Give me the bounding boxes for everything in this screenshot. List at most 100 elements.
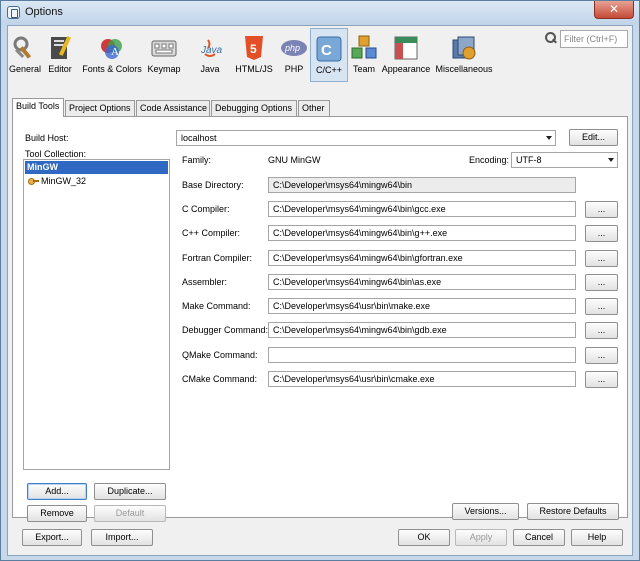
make-command-browse-button[interactable]: ... xyxy=(585,298,618,315)
filter-search xyxy=(545,30,628,48)
category-appearance[interactable]: Appearance xyxy=(380,28,432,82)
tool-collection-list[interactable]: MinGW MinGW_32 xyxy=(23,159,170,470)
tab-code-assistance[interactable]: Code Assistance xyxy=(136,100,210,116)
family-value: GNU MinGW xyxy=(268,155,321,165)
encoding-select[interactable]: UTF-8 xyxy=(511,152,618,168)
cpp-compiler-browse-button[interactable]: ... xyxy=(585,225,618,242)
fortran-compiler-field[interactable]: C:\Developer\msys64\mingw64\bin\gfortran… xyxy=(268,250,576,266)
dialog-body: General Editor A Fonts & Colors Keymap J… xyxy=(7,25,633,556)
category-toolbar: General Editor A Fonts & Colors Keymap J… xyxy=(8,26,632,86)
window-app-icon xyxy=(7,6,20,19)
help-button[interactable]: Help xyxy=(571,529,623,546)
category-fonts-colors[interactable]: A Fonts & Colors xyxy=(80,28,144,82)
tab-build-tools[interactable]: Build Tools xyxy=(12,98,64,117)
default-collection-button[interactable]: Default xyxy=(94,505,166,522)
category-editor[interactable]: Editor xyxy=(44,28,76,82)
debugger-command-browse-button[interactable]: ... xyxy=(585,322,618,339)
category-miscellaneous[interactable]: Miscellaneous xyxy=(434,28,494,82)
search-icon[interactable] xyxy=(545,32,557,44)
make-command-field[interactable]: C:\Developer\msys64\usr\bin\make.exe xyxy=(268,298,576,314)
svg-text:C: C xyxy=(321,42,332,59)
fonts-colors-icon: A xyxy=(98,34,126,62)
qmake-command-browse-button[interactable]: ... xyxy=(585,347,618,364)
tab-project-options[interactable]: Project Options xyxy=(65,100,135,116)
duplicate-collection-button[interactable]: Duplicate... xyxy=(94,483,166,500)
category-general[interactable]: General xyxy=(8,28,42,82)
category-team[interactable]: Team xyxy=(350,28,378,82)
ok-button[interactable]: OK xyxy=(398,529,450,546)
appearance-icon xyxy=(392,34,420,62)
category-label: C/C++ xyxy=(315,65,342,75)
category-java[interactable]: Java Java xyxy=(192,28,228,82)
category-label: Miscellaneous xyxy=(435,64,493,74)
tool-collection-item-mingw[interactable]: MinGW xyxy=(25,161,168,174)
encoding-value: UTF-8 xyxy=(516,155,542,165)
add-collection-button[interactable]: Add... xyxy=(27,483,87,500)
c-compiler-label: C Compiler: xyxy=(182,204,230,214)
cancel-button[interactable]: Cancel xyxy=(513,529,565,546)
category-keymap[interactable]: Keymap xyxy=(146,28,182,82)
tool-collection-item-mingw32[interactable]: MinGW_32 xyxy=(25,175,168,188)
category-php[interactable]: php PHP xyxy=(280,28,308,82)
assembler-browse-button[interactable]: ... xyxy=(585,274,618,291)
category-label: Team xyxy=(352,64,375,74)
assembler-label: Assembler: xyxy=(182,277,228,287)
category-label: Keymap xyxy=(147,64,181,74)
cmake-command-browse-button[interactable]: ... xyxy=(585,371,618,388)
tab-other[interactable]: Other xyxy=(298,100,330,116)
base-directory-field: C:\Developer\msys64\mingw64\bin xyxy=(268,177,576,193)
cmake-command-label: CMake Command: xyxy=(182,374,258,384)
base-directory-label: Base Directory: xyxy=(182,180,244,190)
assembler-field[interactable]: C:\Developer\msys64\mingw64\bin\as.exe xyxy=(268,274,576,290)
category-label: Appearance xyxy=(381,64,431,74)
build-host-value: localhost xyxy=(181,133,217,143)
filter-input[interactable] xyxy=(560,30,628,48)
import-button[interactable]: Import... xyxy=(91,529,153,546)
fortran-compiler-label: Fortran Compiler: xyxy=(182,253,253,263)
restore-defaults-button[interactable]: Restore Defaults xyxy=(527,503,619,520)
cpp-compiler-label: C++ Compiler: xyxy=(182,228,241,238)
cmake-command-field[interactable]: C:\Developer\msys64\usr\bin\cmake.exe xyxy=(268,371,576,387)
tool-collection-label: Tool Collection: xyxy=(25,149,87,159)
php-icon: php xyxy=(280,34,308,62)
category-label: Fonts & Colors xyxy=(82,64,142,74)
fortran-compiler-browse-button[interactable]: ... xyxy=(585,250,618,267)
category-label: Editor xyxy=(48,64,72,74)
category-label: Java xyxy=(200,64,220,74)
category-label: HTML/JS xyxy=(235,64,273,74)
miscellaneous-icon xyxy=(450,34,478,62)
general-icon xyxy=(11,34,39,62)
svg-text:5: 5 xyxy=(250,42,257,56)
options-window: Options ✕ General Editor A Fonts & Color… xyxy=(0,0,640,561)
category-cpp[interactable]: C C/C++ xyxy=(310,28,348,82)
chevron-down-icon xyxy=(608,158,614,162)
title-bar[interactable]: Options ✕ xyxy=(1,1,639,25)
cpp-icon: C xyxy=(315,35,343,63)
c-compiler-browse-button[interactable]: ... xyxy=(585,201,618,218)
svg-text:Java: Java xyxy=(200,45,223,56)
window-title: Options xyxy=(25,6,63,18)
versions-button[interactable]: Versions... xyxy=(452,503,519,520)
category-html-js[interactable]: 5 HTML/JS xyxy=(234,28,274,82)
cpp-compiler-field[interactable]: C:\Developer\msys64\mingw64\bin\g++.exe xyxy=(268,225,576,241)
tab-debugging-options[interactable]: Debugging Options xyxy=(211,100,297,116)
java-icon: Java xyxy=(196,34,224,62)
build-host-select[interactable]: localhost xyxy=(176,130,556,146)
close-button[interactable]: ✕ xyxy=(594,1,634,19)
qmake-command-field[interactable] xyxy=(268,347,576,363)
team-icon xyxy=(350,34,378,62)
keymap-icon xyxy=(150,34,178,62)
category-label: General xyxy=(8,64,42,74)
build-tools-panel: Build Host: localhost Edit... Tool Colle… xyxy=(12,116,628,522)
build-host-label: Build Host: xyxy=(25,133,69,143)
tool-collection-name: MinGW_32 xyxy=(41,176,87,186)
editor-icon xyxy=(46,34,74,62)
tool-collection-name: MinGW xyxy=(27,162,58,172)
edit-host-button[interactable]: Edit... xyxy=(569,129,618,146)
c-compiler-field[interactable]: C:\Developer\msys64\mingw64\bin\gcc.exe xyxy=(268,201,576,217)
remove-collection-button[interactable]: Remove xyxy=(27,505,87,522)
apply-button[interactable]: Apply xyxy=(455,529,507,546)
debugger-command-field[interactable]: C:\Developer\msys64\mingw64\bin\gdb.exe xyxy=(268,322,576,338)
export-button[interactable]: Export... xyxy=(22,529,82,546)
svg-text:A: A xyxy=(111,46,119,58)
